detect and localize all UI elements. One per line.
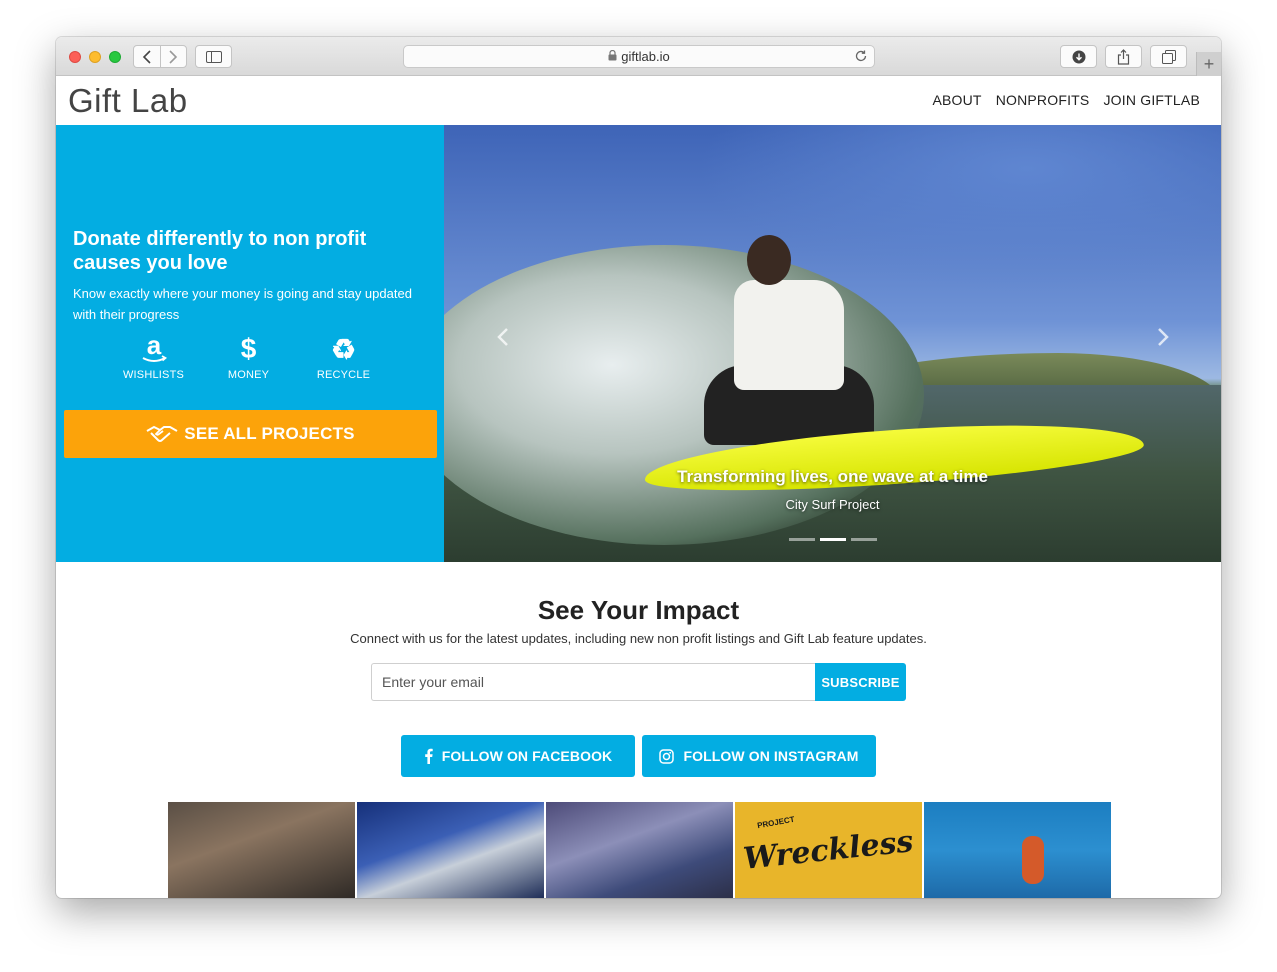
gallery-thumbnail[interactable]: [357, 802, 544, 898]
plus-icon: +: [1203, 53, 1215, 74]
show-tabs-button[interactable]: [1150, 45, 1187, 68]
address-bar[interactable]: giftlab.io: [403, 45, 875, 68]
close-window-button[interactable]: [69, 51, 81, 63]
lock-icon: [608, 49, 617, 64]
amazon-icon: a: [141, 333, 167, 365]
new-tab-button[interactable]: +: [1196, 52, 1221, 76]
download-icon: [1072, 50, 1085, 63]
reload-icon[interactable]: [854, 49, 868, 66]
history-nav-group: [133, 45, 187, 68]
share-button[interactable]: [1105, 45, 1142, 68]
hero-carousel: Transforming lives, one wave at a time C…: [444, 125, 1221, 562]
facebook-icon: [424, 748, 433, 764]
subscribe-button[interactable]: SUBSCRIBE: [815, 663, 906, 701]
follow-instagram-label: FOLLOW ON INSTAGRAM: [683, 748, 859, 764]
donation-options: a WISHLISTS $ MONEY ♻ RECYCLE: [106, 333, 391, 381]
forward-button[interactable]: [159, 46, 186, 67]
main-nav: ABOUT NONPROFITS JOIN GIFTLAB: [932, 92, 1200, 108]
chevron-right-icon: [169, 49, 178, 64]
hero-subtitle: Know exactly where your money is going a…: [73, 286, 412, 322]
sidebar-toggle-button[interactable]: [195, 45, 232, 68]
carousel-indicator-1[interactable]: [789, 538, 815, 541]
gallery-thumbnail[interactable]: [168, 802, 355, 898]
back-button[interactable]: [134, 46, 160, 67]
hero-panel: Donate differently to non profit causes …: [56, 125, 444, 562]
browser-toolbar: giftlab.io +: [56, 37, 1221, 76]
see-all-projects-button[interactable]: SEE ALL PROJECTS: [64, 410, 437, 458]
handshake-icon: [146, 425, 178, 442]
gallery-thumbnail-surfer: [1022, 836, 1044, 884]
svg-text:a: a: [146, 333, 161, 360]
impact-title: See Your Impact: [537, 595, 740, 625]
browser-window: giftlab.io + Gift Lab ABOUT NONPROFITS J…: [56, 37, 1221, 898]
carousel-prev-button[interactable]: [496, 327, 510, 353]
downloads-button[interactable]: [1060, 45, 1097, 68]
zoom-window-button[interactable]: [109, 51, 121, 63]
project-gallery: PROJECT Wreckless: [168, 802, 1111, 898]
carousel-image-surfer-head: [747, 235, 791, 285]
follow-facebook-label: FOLLOW ON FACEBOOK: [441, 748, 613, 764]
impact-subtitle: Connect with us for the latest updates, …: [350, 631, 927, 646]
wreckless-logo-top: PROJECT: [756, 814, 796, 831]
option-recycle[interactable]: ♻ RECYCLE: [296, 333, 391, 382]
option-label: MONEY: [227, 369, 270, 381]
follow-facebook-button[interactable]: FOLLOW ON FACEBOOK: [401, 735, 635, 777]
site-header: Gift Lab ABOUT NONPROFITS JOIN GIFTLAB: [56, 76, 1221, 125]
follow-instagram-button[interactable]: FOLLOW ON INSTAGRAM: [642, 735, 876, 777]
see-all-projects-label: SEE ALL PROJECTS: [184, 424, 355, 443]
nav-nonprofits[interactable]: NONPROFITS: [996, 92, 1090, 108]
wreckless-logo: Wreckless: [741, 823, 916, 877]
carousel-indicator-3[interactable]: [851, 538, 877, 541]
chevron-right-icon: [1158, 328, 1169, 346]
share-icon: [1117, 48, 1130, 65]
option-money[interactable]: $ MONEY: [201, 333, 296, 381]
hero-title: Donate differently to non profit causes …: [73, 228, 367, 274]
carousel-caption-title: Transforming lives, one wave at a time: [677, 467, 988, 486]
nav-about[interactable]: ABOUT: [932, 92, 981, 108]
carousel-image-surfer-shirt: [734, 280, 844, 390]
gallery-thumbnail[interactable]: [546, 802, 733, 898]
dollar-icon: $: [240, 333, 257, 364]
recycle-icon: ♻: [330, 333, 357, 365]
tabs-icon: [1161, 49, 1176, 64]
nav-join-giftlab[interactable]: JOIN GIFTLAB: [1103, 92, 1200, 108]
carousel-indicators: [789, 538, 877, 541]
chevron-left-icon: [142, 49, 151, 64]
carousel-caption-subtitle: City Surf Project: [785, 497, 880, 512]
option-wishlists[interactable]: a WISHLISTS: [106, 333, 201, 381]
option-label: WISHLISTS: [122, 369, 185, 381]
gallery-thumbnail[interactable]: [924, 802, 1111, 898]
gallery-thumbnail-wreckless[interactable]: PROJECT Wreckless: [735, 802, 922, 898]
option-label: RECYCLE: [316, 369, 371, 381]
address-url: giftlab.io: [621, 49, 670, 64]
email-field[interactable]: [371, 663, 815, 701]
site-logo[interactable]: Gift Lab: [68, 82, 188, 120]
chevron-left-icon: [497, 328, 508, 346]
sidebar-icon: [205, 50, 222, 63]
carousel-next-button[interactable]: [1156, 327, 1170, 353]
minimize-window-button[interactable]: [89, 51, 101, 63]
carousel-indicator-2[interactable]: [820, 538, 846, 541]
instagram-icon: [659, 748, 675, 764]
